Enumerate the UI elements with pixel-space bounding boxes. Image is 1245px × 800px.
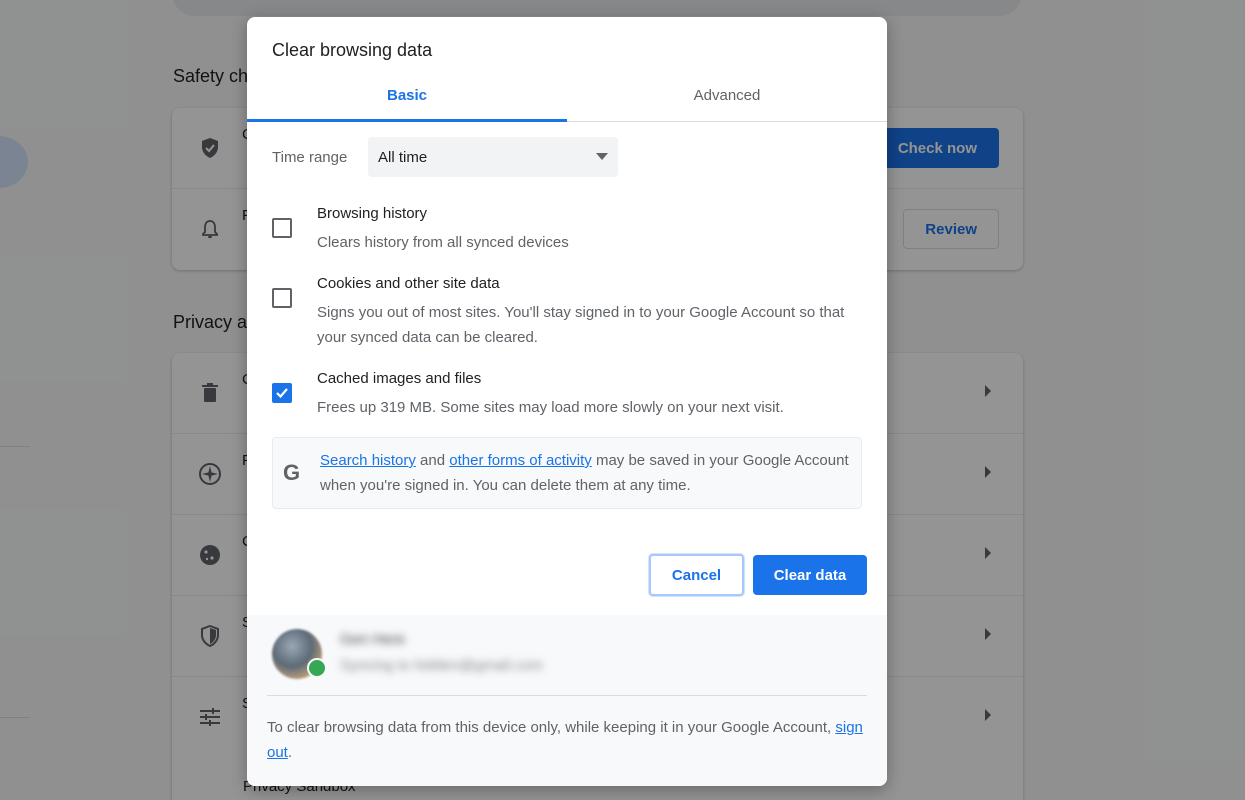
google-activity-text: Search history and other forms of activi… <box>320 448 850 498</box>
cookies-checkbox[interactable] <box>272 288 292 308</box>
search-history-link[interactable]: Search history <box>320 452 416 469</box>
checkmark-icon <box>276 388 288 399</box>
option-title: Cached images and files <box>317 370 482 387</box>
tab-advanced[interactable]: Advanced <box>567 79 887 121</box>
google-g-icon: G <box>283 460 301 485</box>
browsing-history-checkbox[interactable] <box>272 218 292 238</box>
clear-data-button[interactable]: Clear data <box>753 555 867 595</box>
dialog-tabs: Basic Advanced <box>247 79 887 122</box>
time-range-label: Time range <box>272 148 348 166</box>
time-range-select[interactable]: All time <box>368 137 618 177</box>
other-activity-link[interactable]: other forms of activity <box>449 452 592 469</box>
google-activity-notice: G Search history and other forms of acti… <box>272 437 862 509</box>
clear-browsing-data-dialog: Clear browsing data Basic Advanced Time … <box>247 17 887 786</box>
dialog-title: Clear browsing data <box>272 40 433 60</box>
account-divider <box>267 695 867 696</box>
tab-basic[interactable]: Basic <box>247 79 567 122</box>
time-range-value: All time <box>378 148 428 166</box>
option-title: Cookies and other site data <box>317 275 500 292</box>
option-description: Frees up 319 MB. Some sites may load mor… <box>317 399 784 416</box>
option-cached-images: Cached images and files Frees up 319 MB.… <box>272 370 872 420</box>
cancel-button[interactable]: Cancel <box>649 554 744 596</box>
dropdown-caret-icon <box>596 153 608 160</box>
option-cookies: Cookies and other site data Signs you ou… <box>272 275 872 350</box>
sync-status-badge <box>307 658 327 678</box>
account-section: Gen Here Syncing to hidden@gmail.com To … <box>247 615 887 786</box>
option-description: Clears history from all synced devices <box>317 234 569 251</box>
time-range-row: Time range All time <box>272 137 618 177</box>
signout-suffix-text: . <box>287 744 293 761</box>
account-email: Syncing to hidden@gmail.com <box>340 657 543 674</box>
option-browsing-history: Browsing history Clears history from all… <box>272 205 872 255</box>
option-description: Signs you out of most sites. You'll stay… <box>317 304 845 346</box>
signout-notice: To clear browsing data from this device … <box>267 715 867 765</box>
signout-prefix-text: To clear browsing data from this device … <box>267 719 836 736</box>
option-title: Browsing history <box>317 205 428 222</box>
account-name: Gen Here <box>340 631 406 648</box>
conjunction-text: and <box>415 452 450 469</box>
cached-images-checkbox[interactable] <box>272 383 292 403</box>
